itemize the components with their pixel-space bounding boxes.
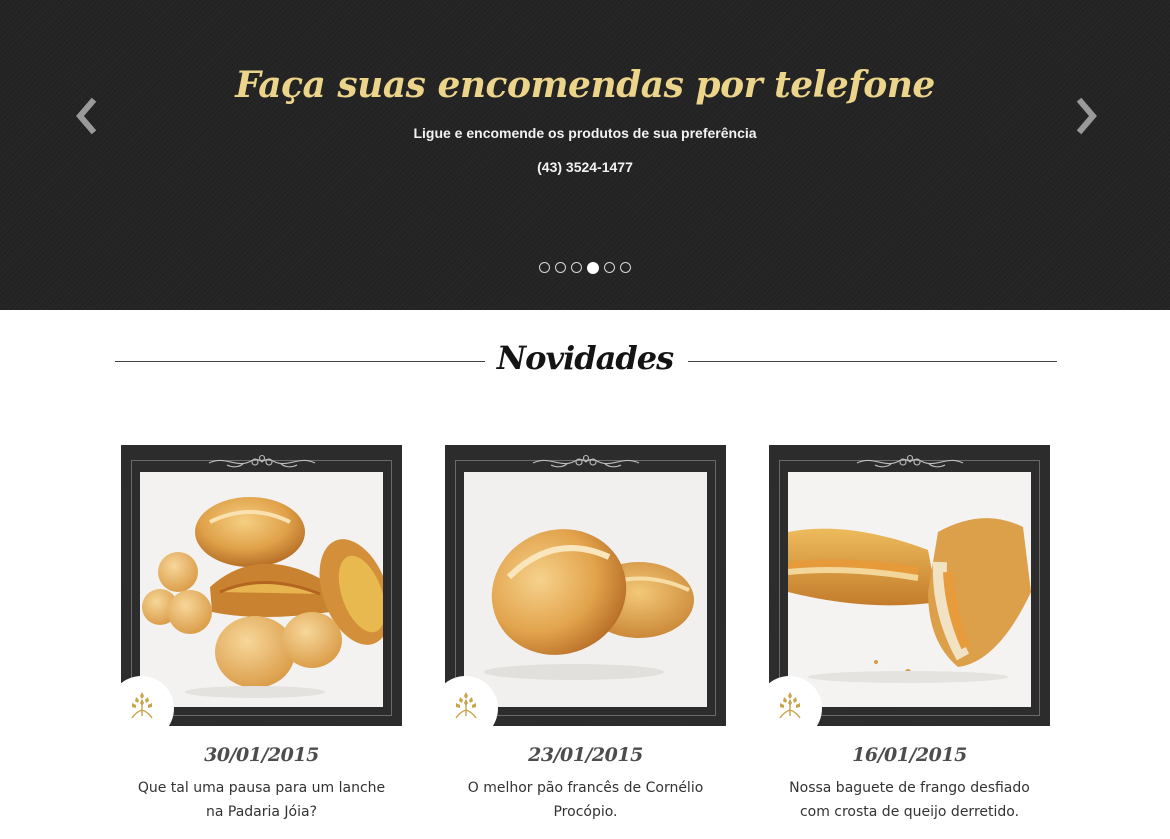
section-title: Novidades	[496, 339, 674, 377]
slider-dot[interactable]	[539, 262, 550, 273]
bread-rolls-cheese-bread-photo	[140, 472, 383, 707]
novidades-heading: Novidades	[0, 335, 1170, 385]
ornament-icon	[532, 454, 640, 468]
news-text[interactable]: Nossa baguete de frango desfiado com cro…	[769, 776, 1050, 824]
news-date: 23/01/2015	[528, 744, 643, 766]
slide-title: Faça suas encomendas por telefone	[235, 64, 935, 106]
news-card: 30/01/2015 Que tal uma pausa para um lan…	[109, 445, 402, 824]
slider-dot[interactable]	[604, 262, 615, 273]
slide-subtitle: Ligue e encomende os produtos de sua pre…	[413, 125, 757, 141]
news-card-image-link[interactable]	[757, 445, 1050, 741]
slide-phone: (43) 3524-1477	[537, 159, 633, 175]
ornament-icon	[208, 454, 316, 468]
slider-pagination	[539, 261, 631, 274]
news-card-image-link[interactable]	[433, 445, 726, 741]
chicken-baguette-photo	[788, 472, 1031, 707]
hero-slider: Faça suas encomendas por telefone Ligue …	[0, 0, 1170, 310]
french-bread-photo	[464, 472, 707, 707]
heading-divider-right	[688, 361, 1057, 362]
ornament-icon	[856, 454, 964, 468]
badge	[433, 676, 498, 741]
news-text[interactable]: Que tal uma pausa para um lanche na Pada…	[121, 776, 402, 824]
badge	[109, 676, 174, 741]
slider-dot-active[interactable]	[587, 261, 599, 274]
news-card: 16/01/2015 Nossa baguete de frango desfi…	[757, 445, 1050, 824]
news-card: 23/01/2015 O melhor pão francês de Corné…	[433, 445, 726, 824]
chevron-right-icon	[1076, 97, 1097, 135]
news-date: 30/01/2015	[204, 744, 319, 766]
slider-dot[interactable]	[571, 262, 582, 273]
slider-dot[interactable]	[555, 262, 566, 273]
slider-next-button[interactable]	[1071, 96, 1101, 136]
news-date: 16/01/2015	[852, 744, 967, 766]
news-card-image-link[interactable]	[109, 445, 402, 741]
wheat-icon	[779, 692, 801, 719]
slider-dot[interactable]	[620, 262, 631, 273]
wheat-icon	[455, 692, 477, 719]
badge	[757, 676, 822, 741]
wheat-icon	[131, 692, 153, 719]
news-text[interactable]: O melhor pão francês de Cornélio Procópi…	[445, 776, 726, 824]
